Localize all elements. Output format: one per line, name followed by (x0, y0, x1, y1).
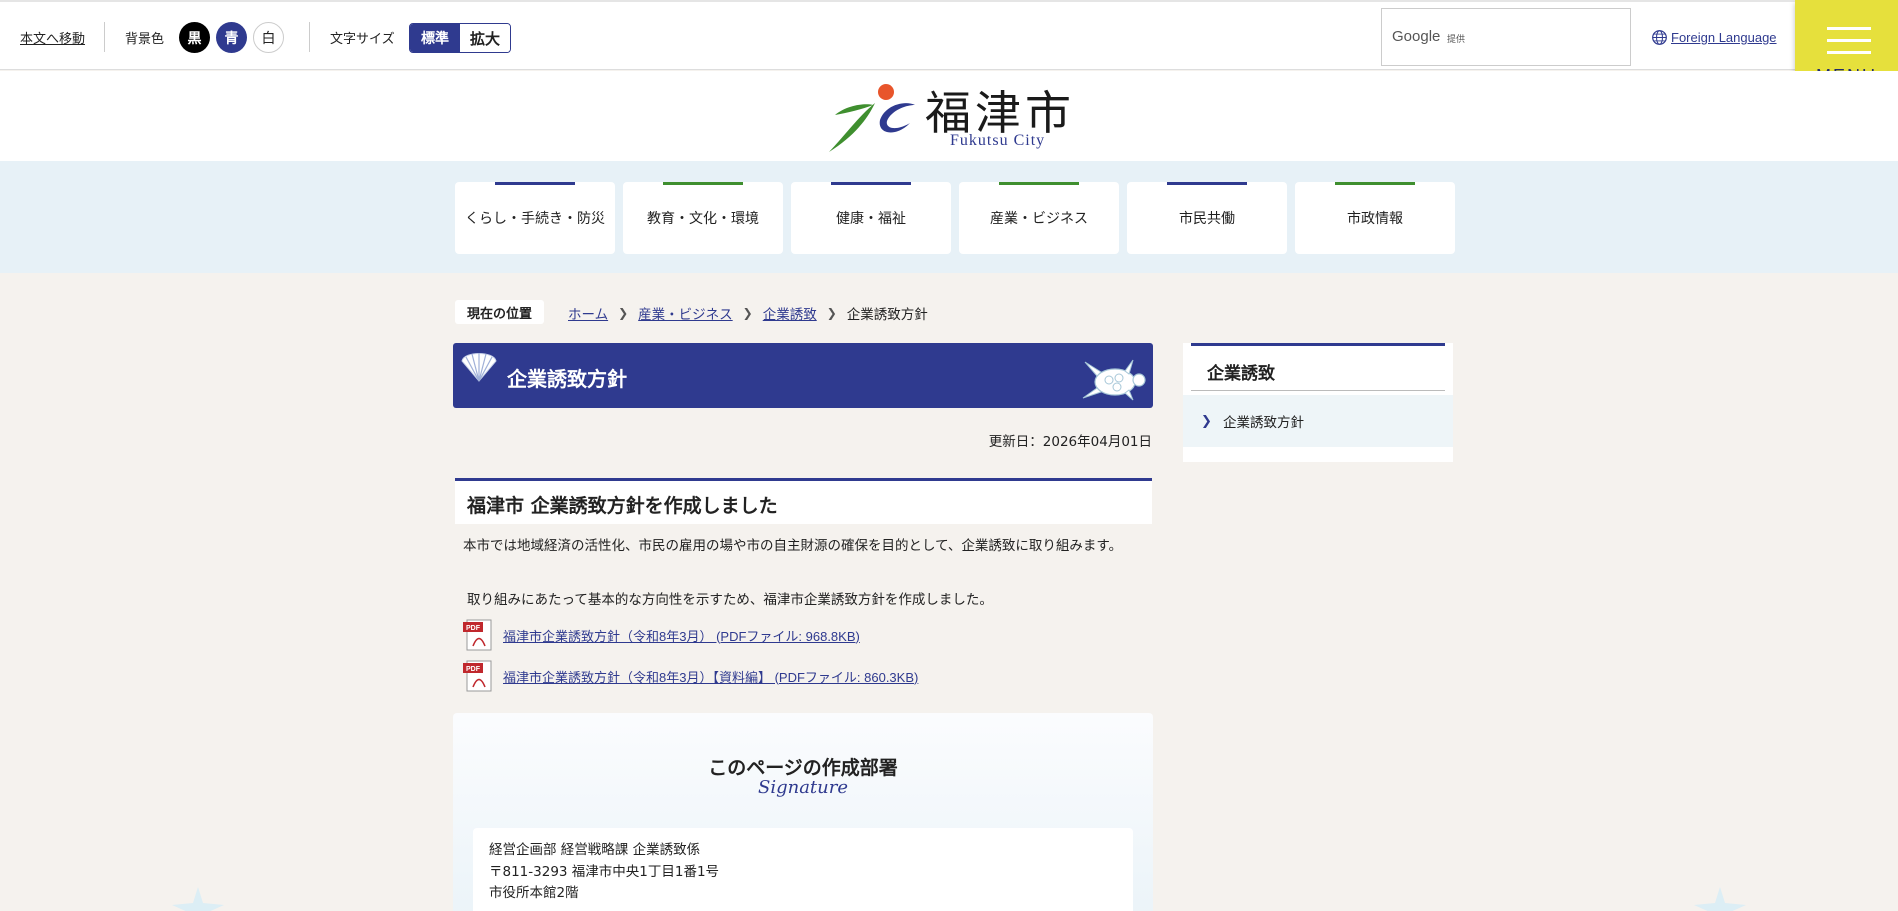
breadcrumb-home-link[interactable]: ホーム (568, 303, 608, 323)
side-nav-item-policy[interactable]: ❯ 企業誘致方針 (1183, 395, 1453, 447)
chevron-right-icon: ❯ (826, 306, 837, 320)
gnav-item[interactable]: くらし・手続き・防災 (455, 182, 615, 254)
chevron-right-icon: ❯ (742, 306, 753, 320)
svg-text:PDF: PDF (466, 666, 481, 673)
gnav-item[interactable]: 健康・福祉 (791, 182, 951, 254)
purpose-paragraph: 取り組みにあたって基本的な方向性を示すため、福津市企業誘致方針を作成しました。 (467, 592, 993, 608)
gnav-item[interactable]: 市政情報 (1295, 182, 1455, 254)
gnav-item-label: くらし・手続き・防災 (465, 211, 605, 227)
site-header: 福津市 Fukutsu City (0, 71, 1898, 161)
page-title: 企業誘致方針 (507, 367, 627, 391)
starfish-decoration-icon (172, 887, 224, 911)
page-title-banner: 企業誘致方針 (453, 343, 1153, 408)
divider (309, 22, 310, 52)
bg-black-button[interactable]: 黒 (179, 22, 210, 53)
google-logo: Google (1392, 28, 1441, 45)
pdf-link-appendix[interactable]: 福津市企業誘致方針（令和8年3月）【資料編】 (PDFファイル: 860.3KB… (503, 667, 918, 686)
pdf-download-item: PDF 福津市企業誘致方針（令和8年3月）【資料編】 (PDFファイル: 860… (461, 659, 918, 693)
globe-icon (1652, 30, 1667, 45)
foreign-language-link[interactable]: Foreign Language (1651, 29, 1777, 46)
breadcrumb-current: 企業誘致方針 (846, 307, 928, 323)
pdf-link-main[interactable]: 福津市企業誘致方針（令和8年3月） (PDFファイル: 968.8KB) (503, 626, 860, 645)
sea-turtle-icon (1082, 359, 1146, 401)
pdf-file-icon: PDF (463, 619, 492, 651)
logo-english-name: Fukutsu City (950, 132, 1046, 149)
gnav-accent-bar (999, 182, 1079, 185)
pdf-download-item: PDF 福津市企業誘致方針（令和8年3月） (PDFファイル: 968.8KB) (461, 618, 860, 652)
breadcrumb-industry-link[interactable]: 産業・ビジネス (638, 303, 733, 323)
bg-blue-button[interactable]: 青 (216, 22, 247, 53)
starfish-decoration-icon (1694, 887, 1746, 911)
section-heading: 福津市 企業誘致方針を作成しました (467, 495, 778, 517)
global-nav: くらし・手続き・防災 教育・文化・環境 健康・福祉 産業・ビジネス 市民共働 市政情報 (0, 161, 1898, 273)
gnav-item[interactable]: 産業・ビジネス (959, 182, 1119, 254)
breadcrumb-attraction-link[interactable]: 企業誘致 (763, 303, 817, 323)
utility-bar: 本文へ移動 背景色 黒 青 白 文字サイズ 標準 拡大 Google 提供 Fo… (0, 0, 1898, 70)
breadcrumb: ホーム ❯ 産業・ビジネス ❯ 企業誘致 ❯ 企業誘致方針 (568, 303, 928, 323)
department-signature-box: このページの作成部署 Signature 経営企画部 経営戦略課 企業誘致係 〒… (453, 713, 1153, 911)
updated-date: 更新日：2026年04月01日 (988, 434, 1152, 450)
svg-text:PDF: PDF (466, 625, 481, 632)
gnav-item[interactable]: 市民共働 (1127, 182, 1287, 254)
breadcrumb-label: 現在の位置 (455, 300, 545, 324)
background-color-label: 背景色 (125, 32, 165, 47)
side-nav-item-label: 企業誘致方針 (1223, 415, 1304, 431)
gnav-accent-bar (1167, 182, 1247, 185)
site-logo[interactable]: 福津市 Fukutsu City (825, 75, 1085, 155)
font-size-label: 文字サイズ (330, 32, 395, 47)
chevron-right-icon: ❯ (618, 306, 629, 320)
gnav-item-label: 産業・ビジネス (990, 211, 1088, 227)
department-contact: 経営企画部 経営戦略課 企業誘致係 〒811-3293 福津市中央1丁目1番1号… (473, 828, 1133, 911)
gnav-item[interactable]: 教育・文化・環境 (623, 182, 783, 254)
hamburger-icon (1827, 51, 1871, 54)
hamburger-icon (1827, 39, 1871, 42)
gnav-accent-bar (495, 182, 575, 185)
gnav-item-label: 市政情報 (1347, 211, 1403, 227)
gnav-accent-bar (831, 182, 911, 185)
gnav-item-label: 教育・文化・環境 (647, 211, 759, 227)
search-provider-label: 提供 (1447, 35, 1466, 45)
seashell-icon (461, 353, 497, 382)
gnav-accent-bar (1335, 182, 1415, 185)
chevron-right-icon: ❯ (1201, 414, 1212, 429)
divider (104, 22, 105, 52)
gnav-item-label: 市民共働 (1179, 211, 1235, 227)
font-size-toggle: 標準 拡大 (409, 23, 511, 53)
font-size-large-button[interactable]: 拡大 (460, 24, 510, 52)
signature-title: このページの作成部署 (708, 757, 898, 779)
side-nav: 企業誘致 ❯ 企業誘致方針 (1183, 343, 1453, 462)
side-nav-title[interactable]: 企業誘致 (1191, 343, 1445, 391)
skip-to-content-link[interactable]: 本文へ移動 (20, 28, 85, 47)
pdf-file-icon: PDF (463, 660, 492, 692)
department-name: 経営企画部 経営戦略課 企業誘致係 (489, 842, 701, 858)
department-address: 〒811-3293 福津市中央1丁目1番1号 (489, 863, 720, 880)
site-search-input[interactable]: Google 提供 (1381, 8, 1631, 66)
gnav-accent-bar (663, 182, 743, 185)
font-size-normal-button[interactable]: 標準 (410, 24, 460, 52)
hamburger-icon (1827, 27, 1871, 30)
bg-white-button[interactable]: 白 (253, 22, 284, 53)
signature-subtitle: Signature (757, 777, 849, 798)
intro-paragraph: 本市では地域経済の活性化、市民の雇用の場や市の自主財源の確保を目的として、企業誘… (463, 538, 1123, 554)
city-emblem-icon (829, 84, 915, 152)
section-heading-box: 福津市 企業誘致方針を作成しました (455, 478, 1152, 524)
gnav-item-label: 健康・福祉 (836, 211, 906, 227)
foreign-language-label[interactable]: Foreign Language (1671, 30, 1777, 45)
department-location: 市役所本館2階 (489, 885, 579, 901)
